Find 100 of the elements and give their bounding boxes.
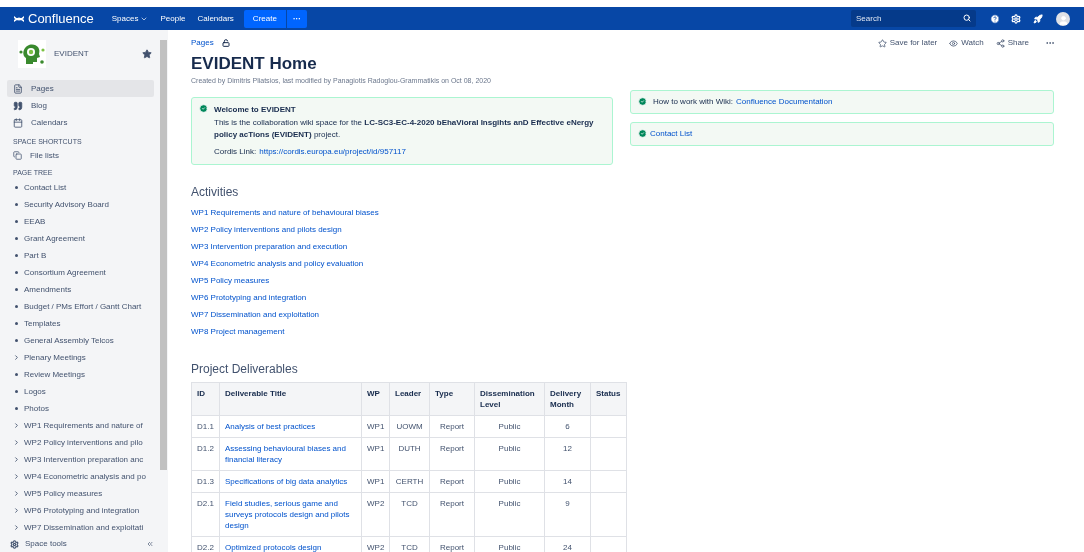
activity-link[interactable]: WP2 Policy interventions and pilots design xyxy=(191,220,342,238)
cordis-link[interactable]: https://cordis.europa.eu/project/id/957117 xyxy=(259,145,406,158)
activity-link[interactable]: WP1 Requirements and nature of behavioural biases xyxy=(191,203,379,221)
eye-icon xyxy=(949,38,959,48)
bullet-icon xyxy=(15,254,18,257)
collapse-icon[interactable] xyxy=(146,540,154,548)
table-cell: WP1 xyxy=(361,437,390,470)
share-icon xyxy=(995,38,1005,48)
page-icon xyxy=(13,83,23,94)
sidebar-nav-item[interactable]: Pages xyxy=(7,80,154,97)
page-tree-item[interactable]: Budget / PMs Effort / Gantt Chart xyxy=(7,298,154,315)
bullet-icon xyxy=(15,203,18,206)
cordis-label: Cordis Link: xyxy=(214,145,257,158)
activity-link[interactable]: WP8 Project management xyxy=(191,322,285,340)
table-cell[interactable]: Assessing behavioural biases and financial literacy xyxy=(219,437,362,470)
table-cell: D2.2 xyxy=(191,536,220,552)
table-cell[interactable]: Specifications of big data analytics xyxy=(219,470,362,492)
page-tree-item[interactable]: Templates xyxy=(7,315,154,332)
table-cell: D1.3 xyxy=(191,470,220,492)
page-tree-item[interactable]: Consortium Agreement xyxy=(7,264,154,281)
table-cell: Public xyxy=(474,415,545,437)
page-tree-item[interactable]: WP3 Intervention preparation anc xyxy=(7,451,154,468)
page-tree-item[interactable]: WP1 Requirements and nature of xyxy=(7,417,154,434)
panel-link[interactable]: Confluence Documentation xyxy=(736,95,833,108)
more-button[interactable]: ··· xyxy=(286,9,307,28)
page-tree-item[interactable]: Grant Agreement xyxy=(7,230,154,247)
space-name[interactable]: EVIDENT xyxy=(54,48,134,60)
table-cell[interactable]: Analysis of best practices xyxy=(219,415,362,437)
user-avatar[interactable] xyxy=(1056,11,1070,26)
table-cell: Report xyxy=(429,470,475,492)
bullet-icon xyxy=(15,305,18,308)
activity-link[interactable]: WP5 Policy measures xyxy=(191,271,270,289)
page-tree-item[interactable]: Amendments xyxy=(7,281,154,298)
nav-link[interactable]: People xyxy=(154,9,192,28)
table-cell xyxy=(590,492,627,536)
space-logo xyxy=(18,40,46,68)
table-cell: Public xyxy=(474,437,545,470)
page-tree-item[interactable]: Plenary Meetings xyxy=(7,349,154,366)
quote-icon xyxy=(13,100,23,111)
chevron-right-icon xyxy=(13,473,20,480)
table-cell: TCD xyxy=(389,492,430,536)
unlock-icon xyxy=(221,39,230,47)
chevron-right-icon xyxy=(13,456,20,463)
page-tree-item[interactable]: WP5 Policy measures xyxy=(7,485,154,502)
activity-link[interactable]: WP6 Prototyping and integration xyxy=(191,288,307,306)
activity-link[interactable]: WP3 Intervention preparation and execution xyxy=(191,237,348,255)
table-cell: D1.2 xyxy=(191,437,220,470)
table-cell xyxy=(590,415,627,437)
activity-link[interactable]: WP4 Econometric analysis and policy evaluation xyxy=(191,254,364,272)
page-tree-item[interactable]: Photos xyxy=(7,400,154,417)
activity-link[interactable]: WP7 Dissemination and exploitation xyxy=(191,305,320,323)
settings-icon[interactable] xyxy=(1011,13,1021,24)
create-button[interactable]: Create xyxy=(243,9,286,28)
rocket-icon[interactable] xyxy=(1033,13,1043,24)
nav-link[interactable]: Spaces xyxy=(105,9,155,28)
table-cell: 12 xyxy=(544,437,591,470)
table-cell: Public xyxy=(474,492,545,536)
column-header: Type xyxy=(429,382,475,415)
search-field[interactable]: Search xyxy=(851,10,976,27)
chevron-right-icon xyxy=(13,422,20,429)
page-title: EVIDENT Home xyxy=(191,53,318,75)
space-tools-link[interactable]: Space tools xyxy=(25,538,146,550)
page-tree-item[interactable]: WP7 Dissemination and exploitati xyxy=(7,519,154,536)
page-tree-item[interactable]: Review Meetings xyxy=(7,366,154,383)
chevron-right-icon xyxy=(13,507,20,514)
person-icon xyxy=(1057,14,1069,26)
page-action-button[interactable]: Watch xyxy=(949,37,984,49)
page-tree-item[interactable]: WP2 Policy interventions and pilo xyxy=(7,434,154,451)
page-action-button[interactable]: Save for later xyxy=(877,37,938,49)
star-icon[interactable] xyxy=(142,49,152,59)
page-tree-item[interactable]: WP4 Econometric analysis and po xyxy=(7,468,154,485)
check-circle-icon xyxy=(199,103,208,113)
page-tree-item[interactable]: Part B xyxy=(7,247,154,264)
page-action-button[interactable]: Share xyxy=(995,37,1029,49)
page-tree-item[interactable]: General Assembly Telcos xyxy=(7,332,154,349)
table-cell: Report xyxy=(429,492,475,536)
bullet-icon xyxy=(15,390,18,393)
nav-link[interactable]: Calendars xyxy=(191,9,240,28)
panel-title: Welcome to EVIDENT xyxy=(214,103,297,116)
shortcut-link[interactable]: File lists xyxy=(7,148,154,163)
table-cell[interactable]: Field studies, serious game and surveys protocols design and pilots design xyxy=(219,492,362,536)
scrollbar[interactable] xyxy=(160,30,168,552)
table-cell xyxy=(590,470,627,492)
help-icon[interactable] xyxy=(990,13,1000,24)
bullet-icon xyxy=(15,186,18,189)
breadcrumb-link[interactable]: Pages xyxy=(191,37,214,49)
page-tree-item[interactable]: EEAB xyxy=(7,213,154,230)
table-cell: WP2 xyxy=(361,492,390,536)
page-tree-item[interactable]: Contact List xyxy=(7,179,154,196)
table-cell: D1.1 xyxy=(191,415,220,437)
table-cell: Report xyxy=(429,415,475,437)
page-tree-item[interactable]: Logos xyxy=(7,383,154,400)
panel-link[interactable]: Contact List xyxy=(650,127,693,140)
sidebar-nav-item[interactable]: Blog xyxy=(7,97,154,114)
bullet-icon xyxy=(15,237,18,240)
sidebar-nav-item[interactable]: Calendars xyxy=(7,114,154,131)
section-heading: Activities xyxy=(191,183,240,201)
page-tree-item[interactable]: Security Advisory Board xyxy=(7,196,154,213)
page-tree-item[interactable]: WP6 Prototyping and integration xyxy=(7,502,154,519)
bullet-icon xyxy=(15,339,18,342)
